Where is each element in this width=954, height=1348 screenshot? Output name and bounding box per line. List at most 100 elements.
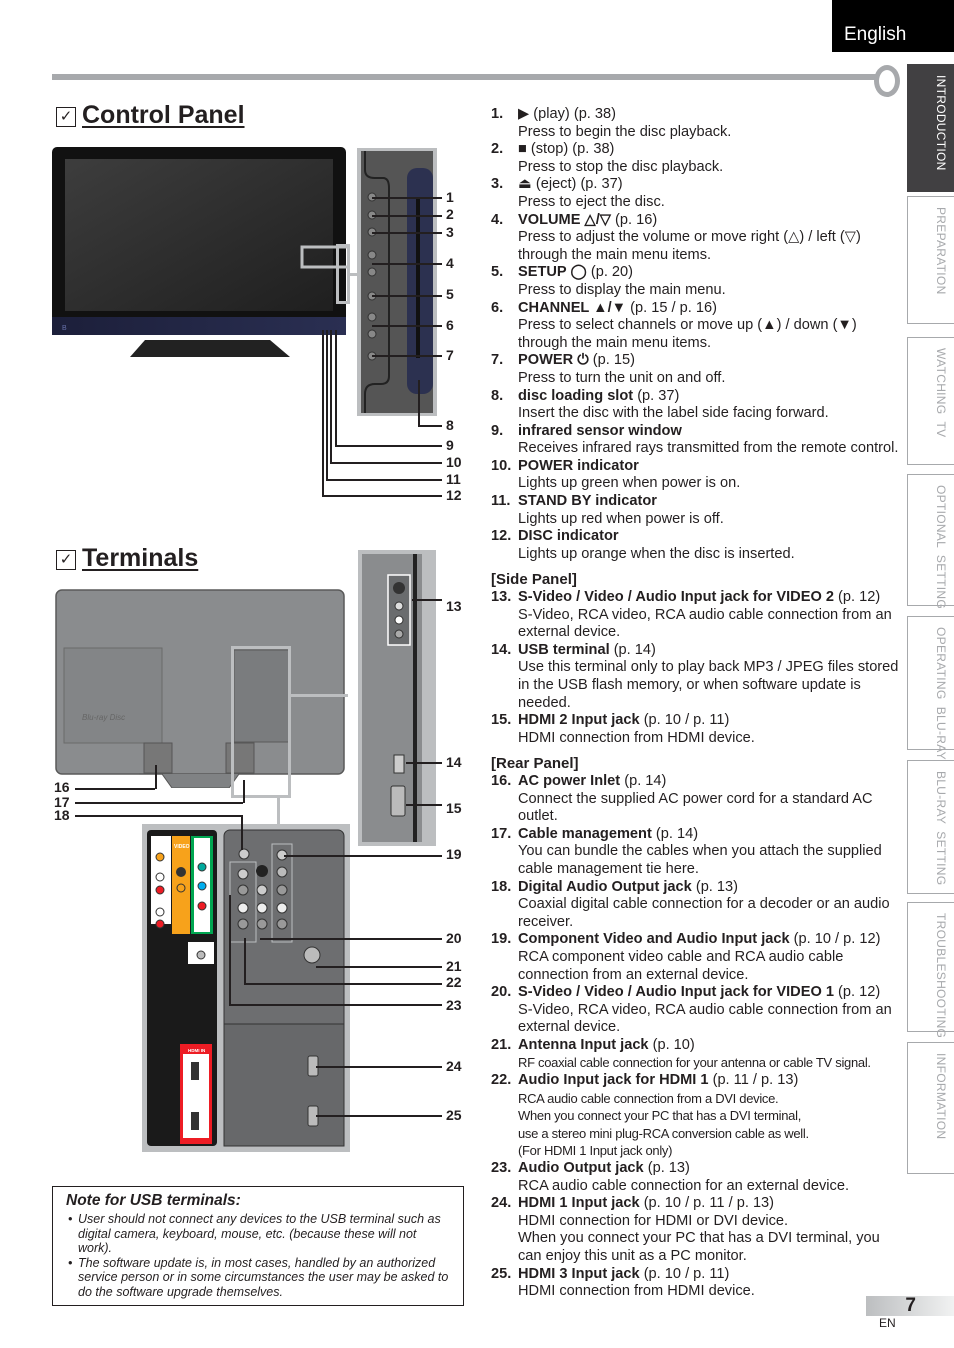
callout-25: 25: [446, 1107, 462, 1123]
item-description: Receives infrared rays transmitted from …: [518, 440, 899, 457]
item-title: CHANNEL: [518, 299, 590, 316]
hdmi2-port-icon: [390, 785, 406, 817]
item-description: Lights up green when power is on.: [518, 475, 741, 492]
chapter-tab-optional-setting[interactable]: OPTIONAL SETTING: [907, 474, 954, 610]
item-heading: disc loading slot (p. 37): [518, 388, 901, 406]
item-description: use a stereo mini plug-RCA conversion ca…: [518, 1125, 809, 1141]
item-page-ref: (p. 16): [611, 211, 658, 228]
leader-line: [418, 425, 442, 427]
item-page-ref: (p. 12): [833, 984, 881, 1001]
item-number: 2.: [491, 141, 504, 158]
item-number: 18.: [491, 878, 512, 895]
tv-front-illustration: B: [52, 147, 350, 357]
control-panel-highlight: [336, 244, 350, 304]
list-item: 3. ⏏ (eject) (p. 37) Press to eject the di…: [491, 176, 901, 211]
list-item: 9. infrared sensor window Receives infrare…: [491, 423, 901, 458]
item-description: RCA audio cable connection for an extern…: [518, 1177, 849, 1194]
svg-text:Blu-ray Disc: Blu-ray Disc: [82, 713, 125, 722]
item-heading: Antenna Input jack (p. 10): [518, 1037, 901, 1055]
channel-up-button: [367, 312, 377, 322]
leader-line: [372, 215, 442, 217]
item-description: Press to eject the disc.: [518, 193, 665, 210]
hdmi-in-label: HDMI IN: [188, 1048, 205, 1053]
item-icon: ⏏: [518, 176, 532, 193]
callout-7: 7: [446, 347, 454, 363]
page-number: 7: [905, 1295, 916, 1316]
chapter-tab-blu-ray-setting[interactable]: BLU-RAY SETTING: [907, 760, 954, 894]
leader-line: [241, 815, 243, 850]
item-page-ref: (p. 11 / p. 13): [708, 1072, 799, 1089]
chapter-tab-information[interactable]: INFORMATION: [907, 1042, 954, 1174]
item-heading: S-Video / Video / Audio Input jack for V…: [518, 589, 901, 607]
item-heading: Audio Output jack (p. 13): [518, 1160, 901, 1178]
chapter-tab-label: PREPARATION: [934, 207, 948, 295]
item-page-ref: (p. 10 / p. 11): [639, 1265, 730, 1282]
chapter-tab-label: OPTIONAL SETTING: [934, 485, 948, 610]
item-heading: Component Video and Audio Input jack (p.…: [518, 931, 901, 949]
item-number: 12.: [491, 528, 512, 545]
item-descriptions: 1. ▶ (play) (p. 38) Press to begin the dis…: [491, 106, 901, 1301]
leader-line: [75, 788, 155, 790]
callout-1: 1: [446, 189, 454, 205]
item-number: 5.: [491, 264, 504, 281]
list-item: 23. Audio Output jack (p. 13) RCA audio ca…: [491, 1160, 901, 1195]
chapter-tab-introduction[interactable]: INTRODUCTION: [907, 64, 954, 192]
chapter-tab-preparation[interactable]: PREPARATION: [907, 196, 954, 324]
blu-ray-logo-icon: B: [62, 325, 67, 332]
header-rule: [52, 74, 880, 80]
item-number: 1.: [491, 106, 504, 122]
leader-line: [372, 232, 442, 234]
callout-3: 3: [446, 224, 454, 240]
callout-14: 14: [446, 754, 462, 770]
item-heading: ■ (stop) (p. 38): [518, 141, 901, 159]
item-page-ref: (p. 10): [648, 1036, 695, 1053]
item-title: STAND BY indicator: [518, 493, 657, 510]
leader-line: [284, 855, 442, 857]
item-page-ref: (p. 14): [651, 825, 699, 842]
item-title: Audio Input jack for HDMI 1: [518, 1072, 709, 1089]
list-item: 25. HDMI 3 Input jack (p. 10 / p. 11) HDMI…: [491, 1266, 901, 1301]
item-title: HDMI 1 Input jack: [518, 1195, 640, 1212]
section-title: Terminals: [82, 544, 199, 572]
item-number: 10.: [491, 457, 512, 474]
callout-15: 15: [446, 800, 462, 816]
list-item: 1. ▶ (play) (p. 38) Press to begin the dis…: [491, 106, 901, 141]
list-item: 12. DISC indicator Lights up orange when t…: [491, 528, 901, 563]
item-description: RF coaxial cable connection for your ant…: [518, 1055, 871, 1071]
list-item: 19. Component Video and Audio Input jack …: [491, 931, 901, 984]
callout-23: 23: [446, 997, 462, 1013]
list-item: 5. SETUP ◯ (p. 20) Press to display the ma…: [491, 264, 901, 299]
item-number: 4.: [491, 211, 504, 228]
usb-port-icon: [393, 754, 405, 774]
item-page-ref: (play) (p. 38): [529, 106, 617, 122]
rear-panel-highlight: [231, 646, 291, 798]
item-heading: SETUP ◯ (p. 20): [518, 264, 901, 282]
item-title: HDMI 3 Input jack: [518, 1265, 640, 1282]
item-icon: ⏻: [573, 352, 589, 369]
section-heading-control-panel: ✓ Control Panel: [56, 101, 245, 130]
item-title: Cable management: [518, 825, 652, 842]
page-number-bar: 7: [866, 1295, 954, 1316]
item-title: AC power Inlet: [518, 772, 621, 789]
leader-line: [372, 355, 442, 357]
item-number: 9.: [491, 422, 504, 439]
rear-terminal-closeup: VIDEO 1 HDMI IN: [142, 824, 350, 1152]
checkbox-icon: ✓: [56, 550, 76, 570]
item-page-ref: (p. 20): [586, 264, 634, 281]
list-item: 18. Digital Audio Output jack (p. 13) Coax…: [491, 879, 901, 932]
item-number: 17.: [491, 825, 512, 842]
callout-18: 18: [54, 807, 70, 823]
item-page-ref: (p. 14): [609, 641, 656, 658]
item-number: 23.: [491, 1160, 512, 1177]
list-item: 14. USB terminal (p. 14) Use this terminal…: [491, 642, 901, 712]
item-heading: VOLUME △/▽ (p. 16): [518, 212, 901, 230]
item-number: 19.: [491, 931, 512, 948]
item-heading: POWER ⏻ (p. 15): [518, 352, 901, 370]
item-page-ref: (p. 37): [633, 387, 680, 404]
chapter-tab-operating-blu-ray[interactable]: OPERATING BLU-RAY: [907, 616, 954, 760]
chapter-tab-watching-tv[interactable]: WATCHING TV: [907, 337, 954, 465]
item-page-ref: (p. 10 / p. 12): [789, 931, 881, 948]
item-heading: ⏏ (eject) (p. 37): [518, 176, 901, 194]
item-title: Antenna Input jack: [518, 1036, 649, 1053]
chapter-tab-troubleshooting[interactable]: TROUBLESHOOTING: [907, 902, 954, 1038]
